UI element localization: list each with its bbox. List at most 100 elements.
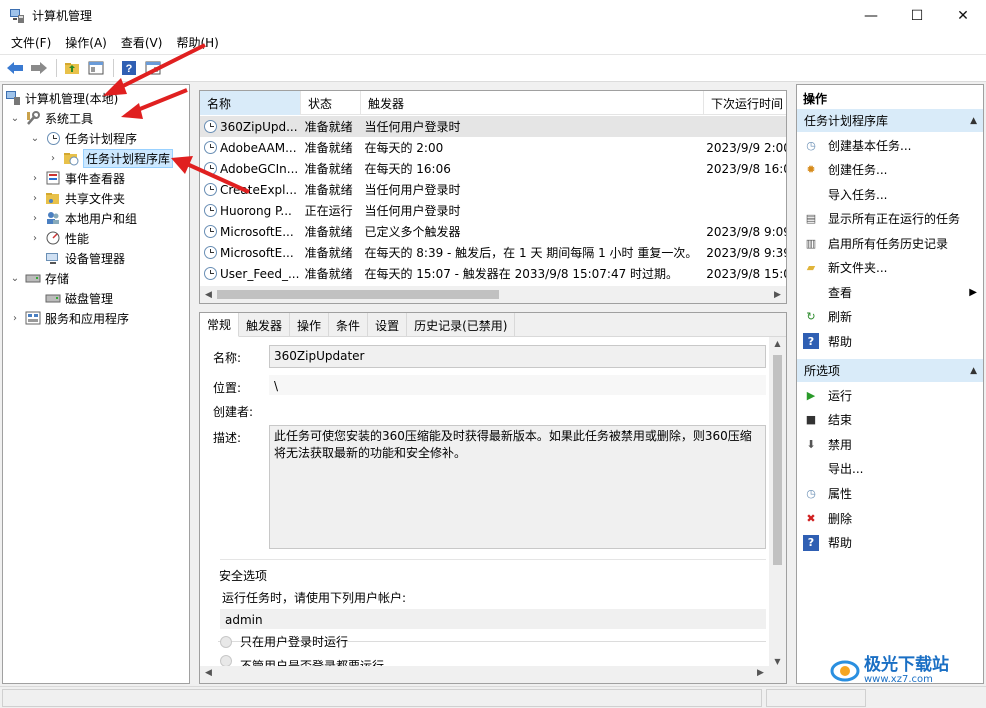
action-item[interactable]: ▰ 新文件夹... [797,256,983,280]
action-item[interactable]: ■ 结束 [797,408,983,432]
tree-item-task-scheduler[interactable]: ⌄ 任务计划程序 [29,128,137,148]
actions-section-selected[interactable]: 所选项 ▲ [797,359,983,382]
show-hide-action-pane-button[interactable] [142,57,164,79]
menu-help[interactable]: 帮助(H) [169,34,225,51]
tree-item-event-viewer[interactable]: › 事件查看器 [29,168,125,188]
scroll-left-icon[interactable]: ◀ [200,668,217,678]
blank-icon [803,186,819,202]
name-field[interactable]: 360ZipUpdater [269,345,766,368]
tree-label: 系统工具 [45,111,94,126]
tab-settings[interactable]: 设置 [368,313,408,337]
scroll-up-icon[interactable]: ▲ [769,339,786,348]
scroll-right-icon[interactable]: ▶ [769,290,786,300]
scrollbar-thumb[interactable] [773,355,782,565]
task-name-cell: AdobeGCIn... [200,162,301,176]
task-trigger-cell: 在每天的 16:06 [364,162,451,176]
collapse-icon[interactable]: ▲ [970,366,977,376]
task-name: User_Feed_... [220,266,300,281]
scroll-left-icon[interactable]: ◀ [200,290,217,300]
menu-file[interactable]: 文件(F) [4,34,58,51]
scrollbar-thumb[interactable] [217,290,499,299]
chevron-right-icon[interactable]: › [29,173,41,184]
action-item[interactable]: ▥ 启用所有任务历史记录 [797,231,983,255]
menu-action[interactable]: 操作(A) [58,34,114,51]
actions-section-library[interactable]: 任务计划程序库 ▲ [797,109,983,132]
action-item[interactable]: ▤ 显示所有正在运行的任务 [797,207,983,231]
scroll-down-icon[interactable]: ▼ [769,657,786,666]
tree-item-device-manager[interactable]: 设备管理器 [45,248,125,268]
chevron-down-icon[interactable]: ⌄ [29,133,41,144]
scroll-right-icon[interactable]: ▶ [752,668,769,678]
action-item[interactable]: ⬇ 禁用 [797,432,983,456]
chevron-down-icon[interactable]: ⌄ [9,273,21,284]
chevron-right-icon[interactable]: › [29,193,41,204]
task-clock-icon [204,225,217,238]
tree-item-root[interactable]: 计算机管理(本地) [5,88,118,108]
chevron-down-icon[interactable]: ⌄ [9,113,21,124]
menu-view[interactable]: 查看(V) [114,34,170,51]
task-row[interactable]: 360ZipUpd... 准备就绪 当任何用户登录时 [200,116,786,137]
minimize-button[interactable]: — [848,0,894,31]
task-row[interactable]: MicrosoftE... 准备就绪 在每天的 8:39 - 触发后，在 1 天 期… [200,242,786,263]
tree-item-local-users[interactable]: › 本地用户和组 [29,208,137,228]
tree-item-shared-folders[interactable]: › 共享文件夹 [29,188,125,208]
tree-item-disk-management[interactable]: 磁盘管理 [45,288,113,308]
tree-item-services-apps[interactable]: › 服务和应用程序 [9,308,129,328]
task-row[interactable]: CreateExpl... 准备就绪 当任何用户登录时 [200,179,786,200]
horizontal-scrollbar[interactable]: ◀ ▶ [200,286,786,303]
action-item[interactable]: ✖ 删除 [797,506,983,530]
maximize-button[interactable]: ☐ [894,0,940,31]
task-row[interactable]: MicrosoftE... 准备就绪 已定义多个触发器 2023/9/8 9:09 [200,221,786,242]
users-icon [45,210,61,226]
close-button[interactable]: ✕ [940,0,986,31]
help-button[interactable]: ? [118,57,140,79]
action-item[interactable]: 导入任务... [797,182,983,206]
task-next-cell: 2023/9/8 16:0 [706,161,786,176]
action-label: 导出... [828,462,864,477]
action-item[interactable]: ◷ 属性 [797,481,983,505]
action-pane-icon [145,61,161,75]
menu-bar: 文件(F) 操作(A) 查看(V) 帮助(H) [0,31,986,54]
column-header-next-run[interactable]: 下次运行时间 [704,91,786,115]
task-row[interactable]: Huorong P... 正在运行 当任何用户登录时 [200,200,786,221]
vertical-scrollbar[interactable]: ▲ ▼ [769,337,786,668]
task-row[interactable]: User_Feed_... 准备就绪 在每天的 15:07 - 触发器在 2033/… [200,263,786,284]
column-header-status[interactable]: 状态 [301,91,361,115]
chevron-right-icon[interactable]: › [29,233,41,244]
up-folder-button[interactable] [61,57,83,79]
refresh-icon: ↻ [806,310,816,323]
show-hide-tree-button[interactable] [85,57,107,79]
collapse-icon[interactable]: ▲ [970,116,977,126]
tree-item-storage[interactable]: ⌄ 存储 [9,268,69,288]
action-item[interactable]: ? 帮助 [797,531,983,555]
action-item[interactable]: ✹ 创建任务... [797,158,983,182]
back-button[interactable] [4,57,26,79]
tab-conditions[interactable]: 条件 [329,313,369,337]
action-item[interactable]: ◷ 创建基本任务... [797,133,983,157]
radio-button-icon[interactable] [220,635,232,648]
action-item[interactable]: ↻ 刷新 [797,305,983,329]
tree-item-performance[interactable]: › 性能 [29,228,89,248]
chevron-right-icon[interactable]: › [9,313,21,324]
column-header-trigger[interactable]: 触发器 [361,91,704,115]
radio-logged-on-only[interactable]: 只在用户登录时运行 [220,633,348,650]
action-item[interactable]: 查看 ▶ [797,280,983,304]
chevron-right-icon[interactable]: › [29,213,41,224]
chevron-right-icon[interactable]: › [47,153,59,164]
tab-history[interactable]: 历史记录(已禁用) [407,313,516,337]
tab-triggers[interactable]: 触发器 [239,313,291,337]
column-header-name[interactable]: 名称 [200,91,301,115]
action-item[interactable]: ▶ 运行 [797,383,983,407]
description-field[interactable]: 此任务可使您安装的360压缩能及时获得最新版本。如果此任务被禁用或删除，则360… [269,425,766,549]
forward-button[interactable] [28,57,50,79]
performance-icon [45,230,61,246]
task-row[interactable]: AdobeAAM... 准备就绪 在每天的 2:00 2023/9/9 2:00 [200,137,786,158]
tree-item-system-tools[interactable]: ⌄ 系统工具 [9,108,93,128]
action-item[interactable]: 导出... [797,457,983,481]
action-item[interactable]: ? 帮助 [797,329,983,353]
task-row[interactable]: AdobeGCIn... 准备就绪 在每天的 16:06 2023/9/8 16:0 [200,158,786,179]
tab-general[interactable]: 常规 [200,313,240,337]
tree-item-task-library[interactable]: › 任务计划程序库 [47,148,174,168]
tab-actions[interactable]: 操作 [290,313,330,337]
horizontal-scrollbar[interactable]: ◀ ▶ [200,666,786,683]
